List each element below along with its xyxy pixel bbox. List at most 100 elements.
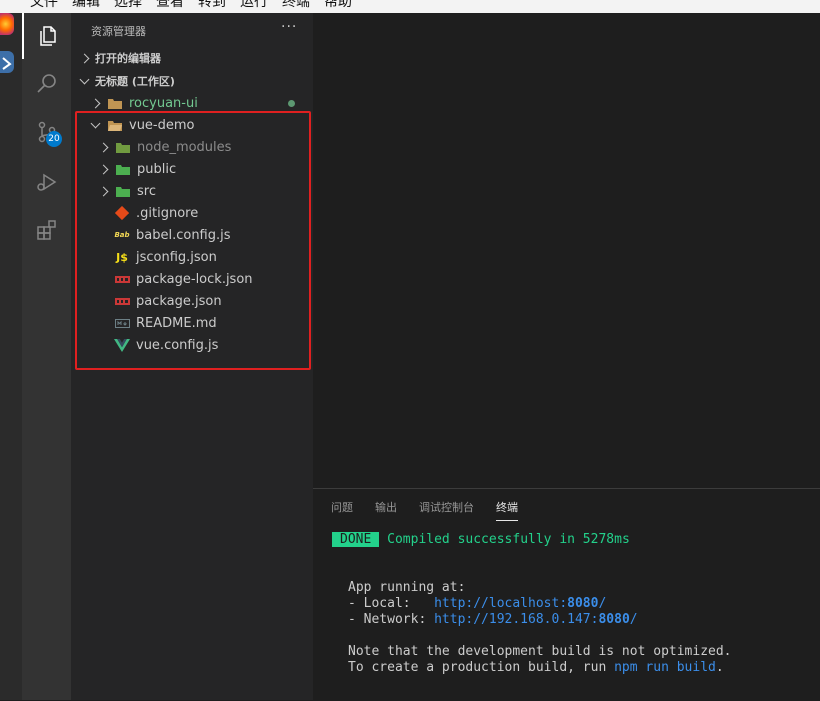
more-actions-button[interactable]: ··· [281,19,297,35]
workspace-label: 无标题 (工作区) [95,75,175,88]
vue-icon [114,337,130,353]
folder-icon [107,95,123,111]
menu-bar: 文件 编辑 选择 查看 转到 运行 终端 帮助 [0,0,820,13]
tab-problems[interactable]: 问题 [331,499,353,521]
tree-item-node-modules[interactable]: node_modules [71,136,313,158]
npm-icon [114,271,130,287]
network-url-link[interactable]: http://192.168.0.147:8080/ [434,612,638,627]
explorer-title: 资源管理器 [91,25,146,38]
chevron-right-icon [90,98,101,108]
tree-item-package-lock[interactable]: package-lock.json [71,268,313,290]
network-port: 8080 [598,612,630,627]
search-icon [36,74,56,93]
local-url-link[interactable]: http://localhost:8080/ [434,596,606,611]
terminal-done-line: DONE Compiled successfully in 5278ms [332,532,630,548]
chevron-down-icon [79,74,90,84]
network-slash: / [629,612,638,627]
network-url-line: - Network: http://192.168.0.147:8080/ [348,612,638,628]
tree-item-label: node_modules [137,139,232,155]
tree-item-label: package.json [136,293,222,309]
chevron-right-icon [98,164,109,174]
tree-item-readme[interactable]: README.md [71,312,313,334]
tree-item-label: vue.config.js [136,337,219,353]
source-control-activity[interactable]: 20 [22,109,71,155]
tree-item-label: jsconfig.json [136,249,217,265]
explorer-sidebar: 资源管理器 ··· 打开的编辑器 无标题 (工作区) rocyuan-ui vu… [71,13,313,700]
node-folder-icon [115,139,131,155]
tree-item-label: src [137,183,156,199]
app-running-line: App running at: [348,580,466,595]
chevron-right-icon [98,142,109,152]
editor-area[interactable] [313,13,820,488]
panel-tabs: 问题 输出 调试控制台 终端 [331,499,518,521]
tree-item-label: public [137,161,177,177]
create-prefix: To create a production build, run [348,660,615,675]
tree-item-label: babel.config.js [136,227,231,243]
create-suffix: . [715,660,724,675]
npm-icon [114,293,130,309]
open-editors-label: 打开的编辑器 [95,52,161,65]
menu-help[interactable]: 帮助 [324,0,352,11]
tree-item-package-json[interactable]: package.json [71,290,313,312]
run-debug-icon [36,173,56,191]
menu-file[interactable]: 文件 [30,0,58,11]
chevron-right-icon [98,186,109,196]
note-line: Note that the development build is not o… [348,644,732,659]
vscode-dock-icon[interactable] [0,51,14,73]
public-folder-icon [115,161,131,177]
firefox-icon[interactable] [0,13,14,35]
menu-terminal[interactable]: 终端 [282,0,310,11]
tree-item-label: rocyuan-ui [129,95,198,111]
extensions-icon [36,220,56,240]
local-url: http://localhost: [434,596,568,611]
tree-item-vue-config[interactable]: vue.config.js [71,334,313,356]
tree-item-label: package-lock.json [136,271,253,287]
menu-go[interactable]: 转到 [198,0,226,11]
tree-item-public[interactable]: public [71,158,313,180]
markdown-icon [114,315,130,331]
menu-selection[interactable]: 选择 [114,0,142,11]
src-folder-icon [115,183,131,199]
local-port: 8080 [567,596,599,611]
tree-item-vue-demo[interactable]: vue-demo [71,114,313,136]
chevron-down-icon [90,118,101,128]
tree-item-label: vue-demo [129,117,195,133]
tree-item-rocyuan-ui[interactable]: rocyuan-ui [71,92,313,114]
tab-debug-console[interactable]: 调试控制台 [419,499,474,521]
menu-edit[interactable]: 编辑 [72,0,100,11]
extensions-activity[interactable] [22,207,71,253]
run-debug-activity[interactable] [22,159,71,205]
tab-output[interactable]: 输出 [375,499,397,521]
search-activity[interactable] [22,61,71,107]
tree-item-jsconfig[interactable]: J$ jsconfig.json [71,246,313,268]
compiled-text: Compiled successfully in 5278ms [387,532,630,547]
tree-item-label: .gitignore [136,205,199,221]
tab-terminal[interactable]: 终端 [496,499,518,521]
tree-item-label: README.md [136,315,217,331]
chevron-right-icon [79,53,90,63]
workspace-section[interactable]: 无标题 (工作区) [71,70,313,92]
git-icon [114,205,130,221]
local-url-line: - Local: http://localhost:8080/ [348,596,606,612]
open-editors-section[interactable]: 打开的编辑器 [71,47,313,69]
source-control-badge: 20 [46,131,62,147]
explorer-activity[interactable] [22,13,71,59]
menu-view[interactable]: 查看 [156,0,184,11]
bottom-panel: 问题 输出 调试控制台 终端 DONE Compiled successfull… [313,488,820,701]
network-label: - Network: [348,612,435,627]
files-icon [39,26,56,46]
tree-item-babel-config[interactable]: Bab babel.config.js [71,224,313,246]
local-slash: / [598,596,607,611]
babel-icon: Bab [114,231,130,239]
os-dock [0,13,22,700]
done-badge: DONE [332,532,380,547]
modified-dot [288,99,295,107]
activity-bar: 20 [22,13,71,700]
local-label: - Local: [348,596,435,611]
tree-item-gitignore[interactable]: .gitignore [71,202,313,224]
menu-run[interactable]: 运行 [240,0,268,11]
tree-item-src[interactable]: src [71,180,313,202]
json-icon: J$ [116,250,128,264]
network-url: http://192.168.0.147: [434,612,599,627]
create-build-line: To create a production build, run npm ru… [348,660,724,676]
